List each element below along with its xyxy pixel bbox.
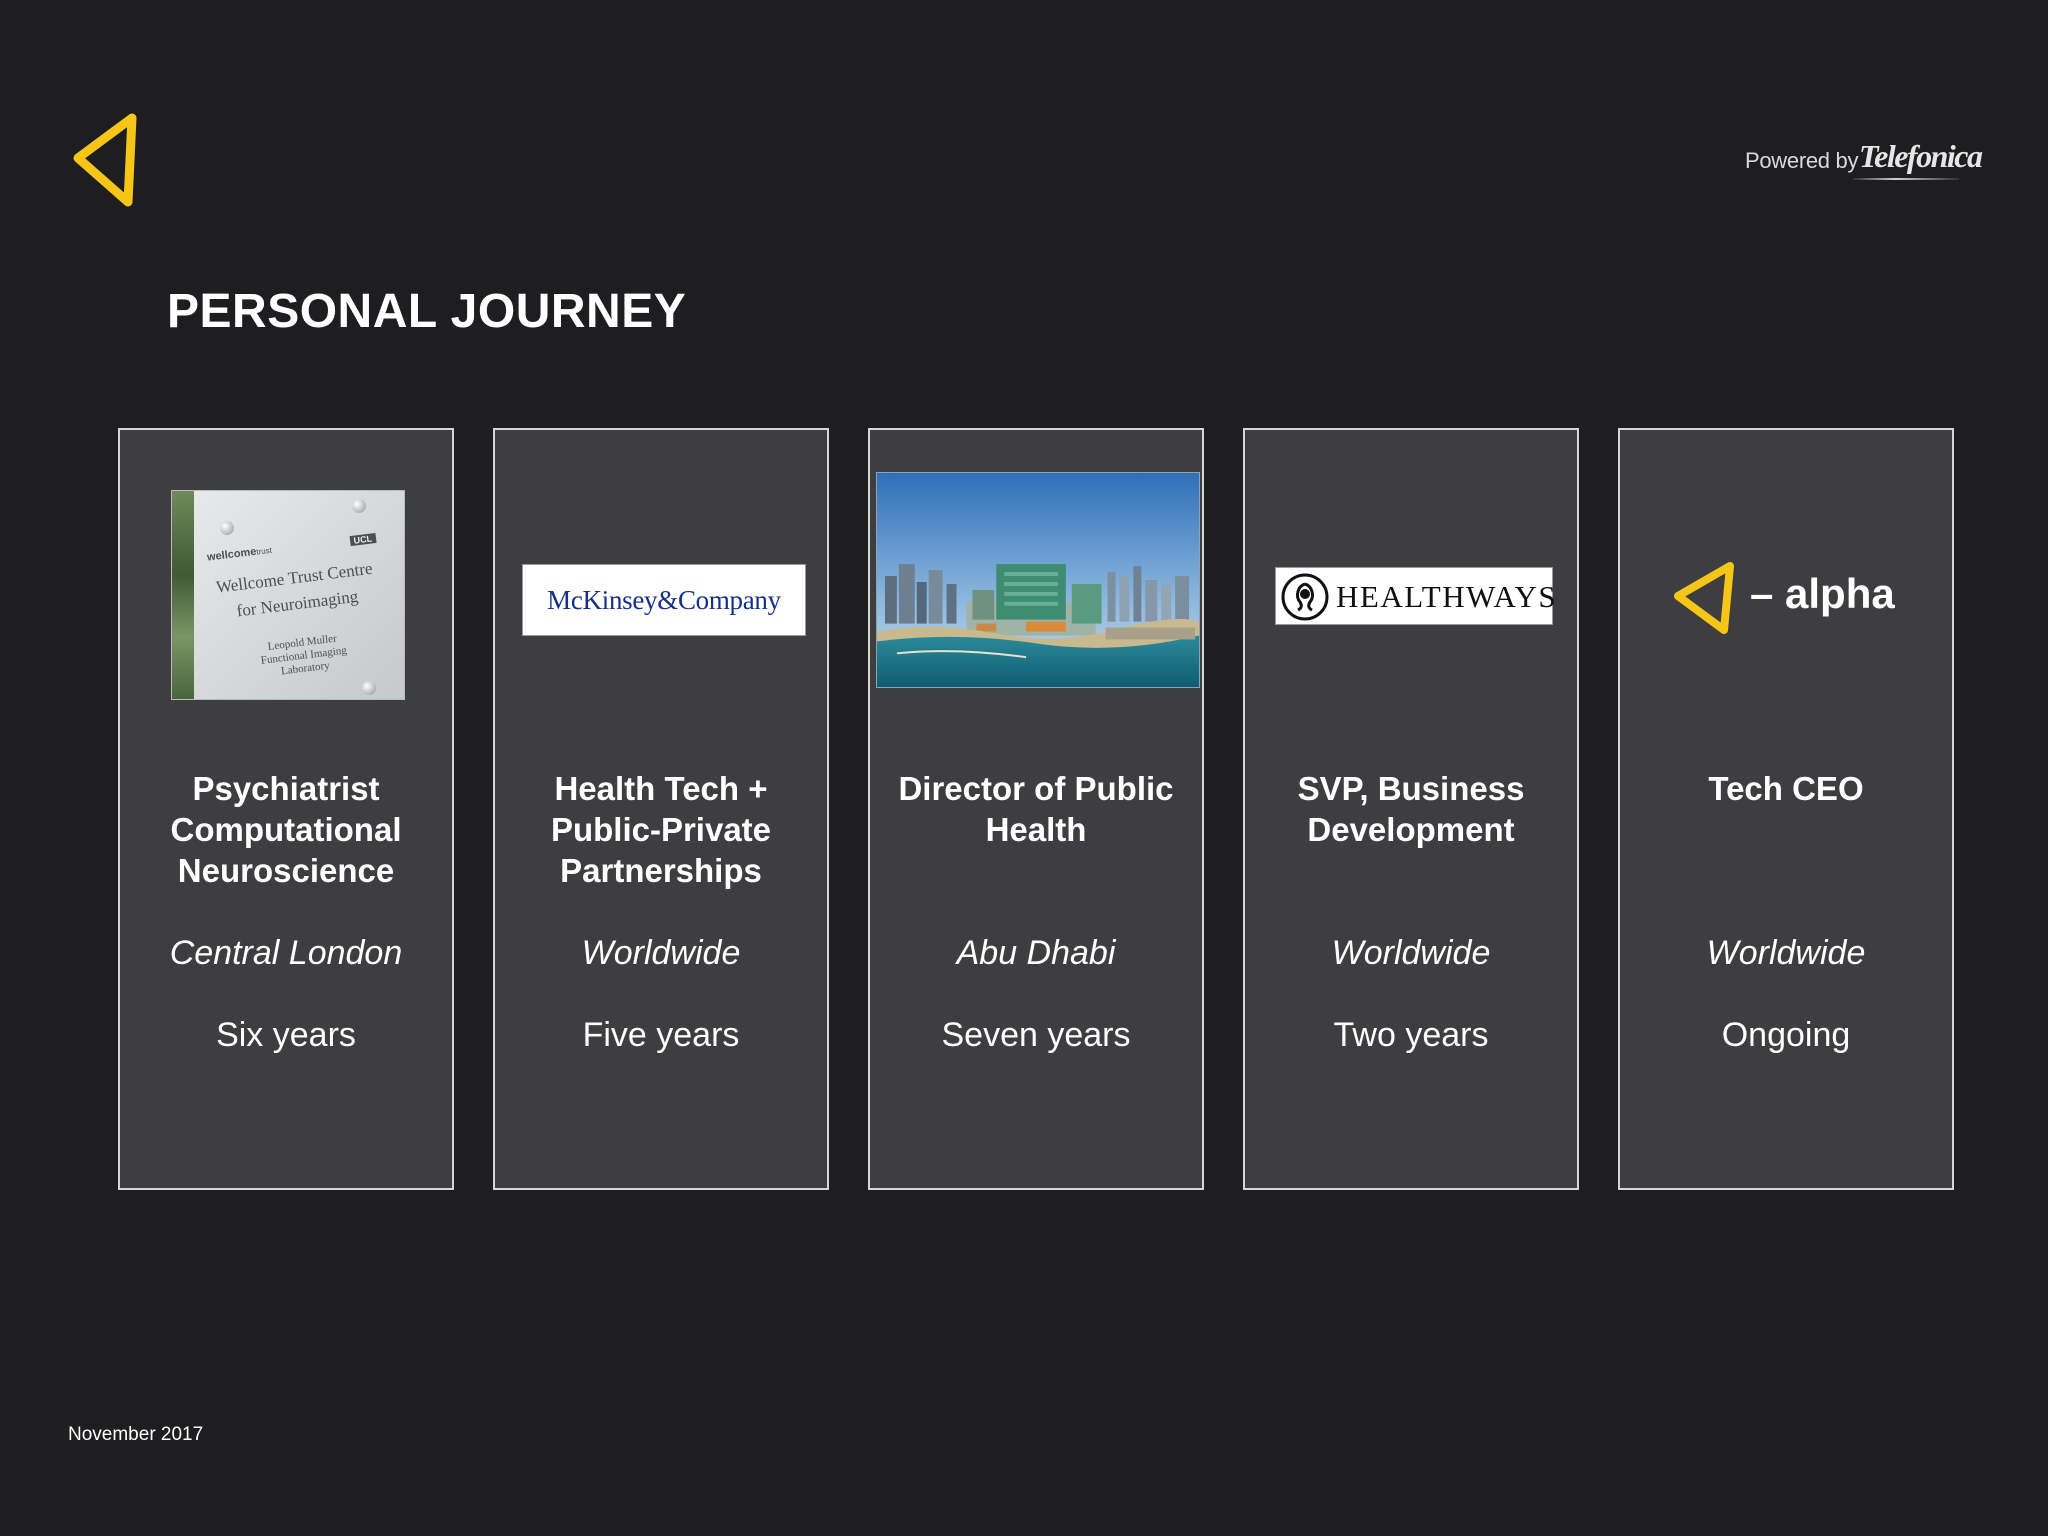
foliage xyxy=(172,491,194,699)
card-location: Worldwide xyxy=(1706,934,1866,972)
card-duration: Seven years xyxy=(941,1016,1131,1054)
card-role: SVP, Business Development xyxy=(1297,770,1525,848)
brand-triangle-logo xyxy=(73,113,137,207)
powered-by-label: Powered by xyxy=(1745,148,1859,173)
healthways-logo: HEALTHWAYS xyxy=(1275,567,1556,625)
journey-card-mckinsey: McKinsey&Company Health Tech + Public-Pr… xyxy=(493,428,829,1190)
journey-card-psychiatrist: wellcometrust UCL Wellcome Trust Centre … xyxy=(118,428,454,1190)
sign-main-text: Wellcome Trust Centre for Neuroimaging xyxy=(214,558,374,621)
sign-sub-text: Leopold Muller Functional Imaging Labora… xyxy=(260,632,348,678)
card-role: Tech CEO xyxy=(1708,770,1864,807)
journey-card-public-health: Director of Public Health Abu Dhabi Seve… xyxy=(868,428,1204,1190)
card-duration: Six years xyxy=(216,1016,356,1054)
footer-date: November 2017 xyxy=(68,1424,204,1445)
card-duration: Two years xyxy=(1333,1016,1489,1054)
powered-by-telefonica: Powered by Telefonica xyxy=(1745,138,1983,188)
healthways-wordmark: HEALTHWAYS xyxy=(1336,579,1558,614)
page-title: PERSONAL JOURNEY xyxy=(167,285,687,338)
card-location: Worldwide xyxy=(581,934,741,972)
card-location: Abu Dhabi xyxy=(956,934,1116,972)
journey-card-healthways: HEALTHWAYS SVP, Business Development Wor… xyxy=(1243,428,1579,1190)
card-location: Worldwide xyxy=(1331,934,1491,972)
alpha-triangle-icon xyxy=(1674,562,1734,634)
telefonica-underline xyxy=(1853,178,1959,180)
sign-ucl-tag: UCL xyxy=(349,533,377,547)
sign-bolt xyxy=(362,681,376,695)
card-role: Psychiatrist Computational Neuroscience xyxy=(170,770,402,889)
sign-bolt xyxy=(352,499,366,513)
alpha-wordmark: – alpha xyxy=(1750,570,1895,617)
journey-card-tech-ceo: – alpha Tech CEO Worldwide Ongoing xyxy=(1618,428,1954,1190)
mckinsey-logo: McKinsey&Company xyxy=(522,564,806,636)
sign-text: wellcometrust UCL Wellcome Trust Centre … xyxy=(191,529,404,687)
telefonica-wordmark: Telefonica xyxy=(1859,138,1983,174)
card-role: Director of Public Health xyxy=(898,770,1174,848)
card-duration: Ongoing xyxy=(1721,1016,1851,1054)
alpha-logo: – alpha xyxy=(1670,560,1920,640)
abu-dhabi-city-photo xyxy=(876,472,1200,688)
sign-bolt xyxy=(220,521,234,535)
card-duration: Five years xyxy=(582,1016,740,1054)
card-location: Central London xyxy=(169,934,403,972)
wellcome-trust-sign-photo: wellcometrust UCL Wellcome Trust Centre … xyxy=(171,490,405,700)
card-role: Health Tech + Public-Private Partnership… xyxy=(550,770,772,889)
healthways-emblem-icon xyxy=(1281,573,1329,621)
